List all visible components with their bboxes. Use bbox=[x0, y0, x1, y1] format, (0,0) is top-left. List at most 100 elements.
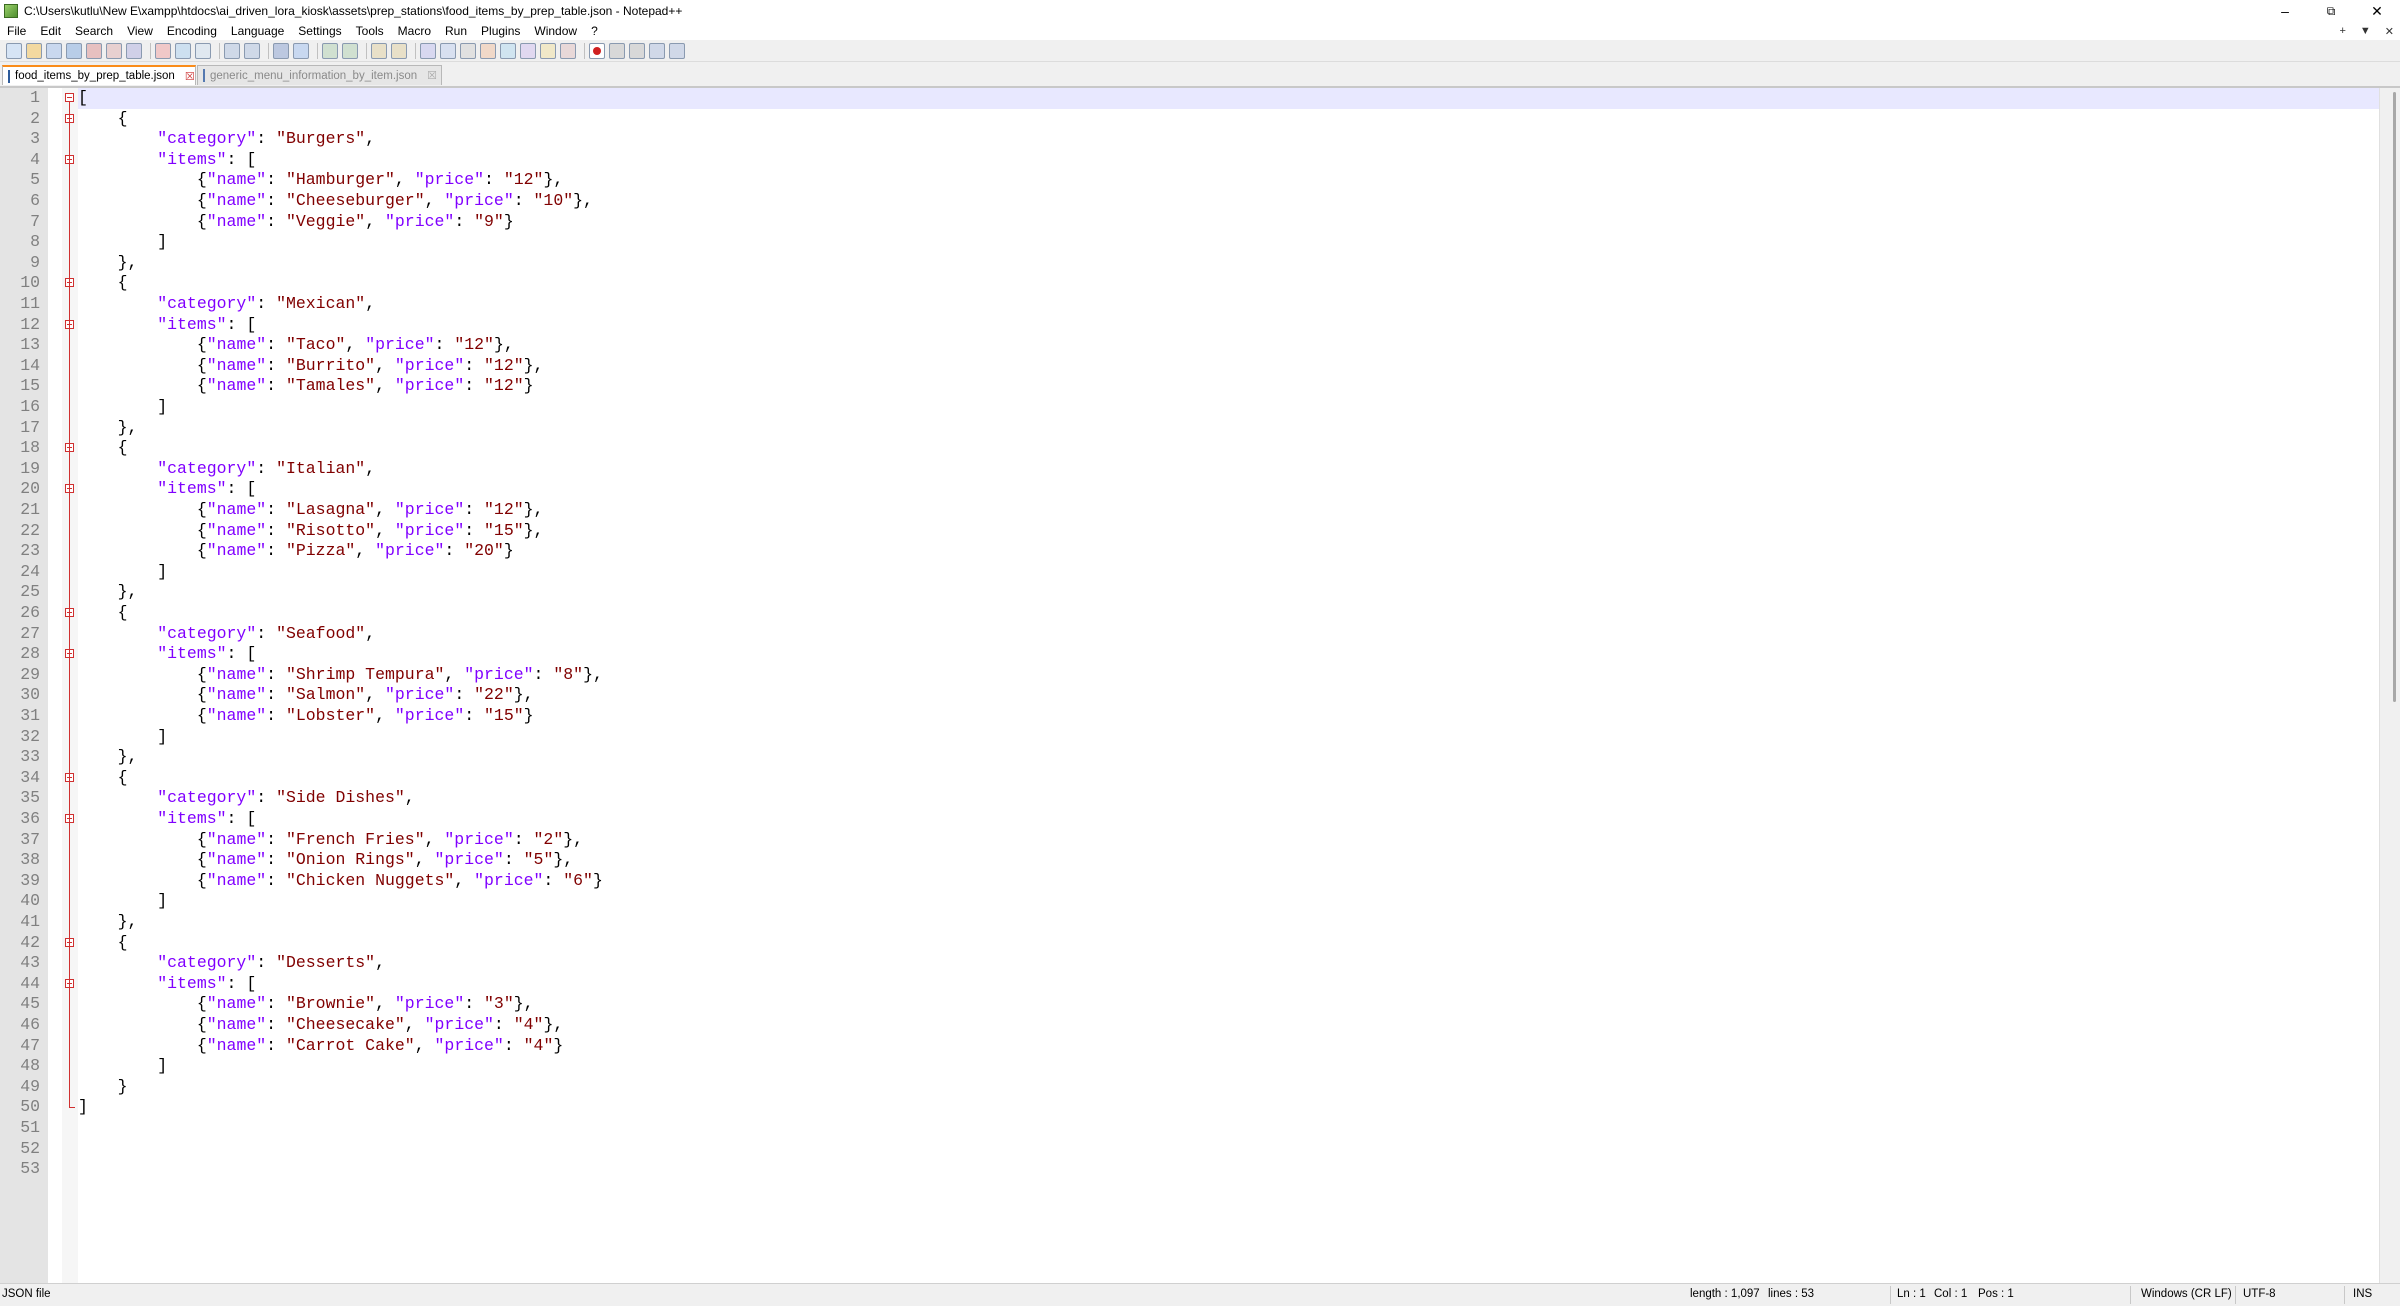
toolbar-separator bbox=[268, 42, 269, 59]
toolbar-separator bbox=[584, 42, 585, 59]
code-line: }, bbox=[78, 582, 138, 602]
status-eol[interactable]: Windows (CR LF) bbox=[2141, 1288, 2232, 1300]
menu-macro[interactable]: Macro bbox=[391, 24, 438, 38]
menu-tools[interactable]: Tools bbox=[349, 24, 391, 38]
menu-view[interactable]: View bbox=[120, 24, 160, 38]
status-encoding[interactable]: UTF-8 bbox=[2243, 1288, 2276, 1300]
menu-window[interactable]: Window bbox=[527, 24, 584, 38]
function-list-icon[interactable] bbox=[520, 42, 536, 59]
toolbar bbox=[0, 40, 2400, 62]
status-pos: Pos : 1 bbox=[1978, 1288, 2014, 1300]
close-window-button[interactable]: ✕ bbox=[2354, 0, 2400, 22]
code-line: "items": [ bbox=[157, 973, 257, 993]
tab-food-items-by-prep-table[interactable]: food_items_by_prep_table.json ☒ bbox=[2, 65, 196, 85]
save-macro-icon[interactable] bbox=[669, 42, 685, 59]
line-number: 35 bbox=[20, 788, 40, 808]
line-number: 49 bbox=[20, 1076, 40, 1096]
fold-toggle-icon[interactable] bbox=[65, 93, 74, 102]
line-number-margin: 1 2 3 4 5 6 7 8 9 10 11 12 13 14 15 16 17 18 19 20 21 22 23 24 2… bbox=[0, 88, 48, 1283]
menu-settings[interactable]: Settings bbox=[291, 24, 348, 38]
line-number: 16 bbox=[20, 397, 40, 416]
current-line-highlight bbox=[78, 88, 2380, 109]
toolbar-separator bbox=[219, 42, 220, 59]
line-number: 37 bbox=[20, 829, 40, 849]
code-area[interactable]: [ { "category": "Burgers", "items": [ {"… bbox=[78, 88, 2380, 1283]
status-divider bbox=[2235, 1286, 2236, 1304]
code-line: "category": "Italian", bbox=[157, 458, 376, 478]
record-macro-icon[interactable] bbox=[589, 42, 605, 59]
window-controls: – ⧉ ✕ bbox=[2262, 0, 2400, 22]
close-icon[interactable]: ✕ bbox=[2385, 25, 2394, 38]
new-file-icon[interactable] bbox=[6, 42, 22, 59]
show-all-chars-icon[interactable] bbox=[440, 42, 456, 59]
vertical-scrollbar[interactable] bbox=[2379, 88, 2400, 1283]
line-number: 33 bbox=[20, 747, 40, 767]
code-line: {"name": "Shrimp Tempura", "price": "8"}… bbox=[78, 664, 603, 684]
menu-search[interactable]: Search bbox=[68, 24, 120, 38]
undo-icon[interactable] bbox=[224, 42, 240, 59]
line-number: 14 bbox=[20, 355, 40, 375]
zoom-in-icon[interactable] bbox=[322, 42, 338, 59]
stop-macro-icon[interactable] bbox=[609, 42, 625, 59]
zoom-out-icon[interactable] bbox=[342, 42, 358, 59]
menu-edit[interactable]: Edit bbox=[33, 24, 68, 38]
find-icon[interactable] bbox=[273, 42, 289, 59]
line-number: 28 bbox=[20, 644, 40, 664]
tab-label: generic_menu_information_by_item.json bbox=[210, 69, 418, 82]
save-icon[interactable] bbox=[46, 42, 62, 59]
cut-icon[interactable] bbox=[155, 42, 171, 59]
play-macro-icon[interactable] bbox=[629, 42, 645, 59]
indent-guide-icon[interactable] bbox=[460, 42, 476, 59]
tab-label: food_items_by_prep_table.json bbox=[15, 70, 175, 82]
fold-margin[interactable] bbox=[62, 88, 78, 1283]
tab-generic-menu-information-by-item[interactable]: generic_menu_information_by_item.json ☒ bbox=[197, 65, 442, 85]
close-tab-icon[interactable]: ☒ bbox=[427, 69, 437, 82]
print-icon[interactable] bbox=[126, 42, 142, 59]
plus-icon[interactable]: + bbox=[2339, 25, 2345, 37]
document-map-icon[interactable] bbox=[500, 42, 516, 59]
line-number: 38 bbox=[20, 850, 40, 870]
code-line: ] bbox=[78, 891, 168, 911]
window-title: C:\Users\kutlu\New E\xampp\htdocs\ai_dri… bbox=[24, 4, 683, 18]
line-number: 4 bbox=[30, 149, 40, 169]
menu-run[interactable]: Run bbox=[438, 24, 474, 38]
minimize-button[interactable]: – bbox=[2262, 0, 2308, 22]
menu-language[interactable]: Language bbox=[224, 24, 291, 38]
sync-horizontal-icon[interactable] bbox=[391, 42, 407, 59]
run-macro-multiple-icon[interactable] bbox=[649, 42, 665, 59]
restore-button[interactable]: ⧉ bbox=[2308, 0, 2354, 22]
copy-icon[interactable] bbox=[175, 42, 191, 59]
scrollbar-thumb[interactable] bbox=[2393, 92, 2396, 702]
line-number: 2 bbox=[30, 108, 40, 128]
menu-plugins[interactable]: Plugins bbox=[474, 24, 527, 38]
word-wrap-icon[interactable] bbox=[420, 42, 436, 59]
close-tab-icon[interactable]: ☒ bbox=[185, 70, 195, 83]
line-number: 46 bbox=[20, 1015, 40, 1034]
line-number: 47 bbox=[20, 1035, 40, 1055]
fold-end-marker bbox=[69, 1107, 75, 1109]
open-file-icon[interactable] bbox=[26, 42, 42, 59]
line-number: 15 bbox=[20, 376, 40, 396]
save-all-icon[interactable] bbox=[66, 42, 82, 59]
line-number: 53 bbox=[20, 1159, 40, 1179]
menu-file[interactable]: File bbox=[0, 24, 33, 38]
line-number: 27 bbox=[20, 623, 40, 643]
sync-vertical-icon[interactable] bbox=[371, 42, 387, 59]
redo-icon[interactable] bbox=[244, 42, 260, 59]
folder-workspace-icon[interactable] bbox=[540, 42, 556, 59]
code-line: ] bbox=[78, 561, 168, 581]
paste-icon[interactable] bbox=[195, 42, 211, 59]
code-line: "category": "Burgers", bbox=[157, 129, 376, 149]
monitoring-icon[interactable] bbox=[560, 42, 576, 59]
dropdown-icon[interactable]: ▼ bbox=[2360, 25, 2371, 37]
close-all-icon[interactable] bbox=[106, 42, 122, 59]
user-language-icon[interactable] bbox=[480, 42, 496, 59]
line-number: 9 bbox=[30, 252, 40, 272]
editor[interactable]: 1 2 3 4 5 6 7 8 9 10 11 12 13 14 15 16 17 18 19 20 21 22 23 24 2… bbox=[0, 87, 2400, 1283]
status-mode[interactable]: INS bbox=[2353, 1288, 2372, 1300]
menu-help[interactable]: ? bbox=[584, 24, 605, 38]
menu-encoding[interactable]: Encoding bbox=[160, 24, 224, 38]
line-number: 52 bbox=[20, 1138, 40, 1158]
close-icon[interactable] bbox=[86, 42, 102, 59]
replace-icon[interactable] bbox=[293, 42, 309, 59]
